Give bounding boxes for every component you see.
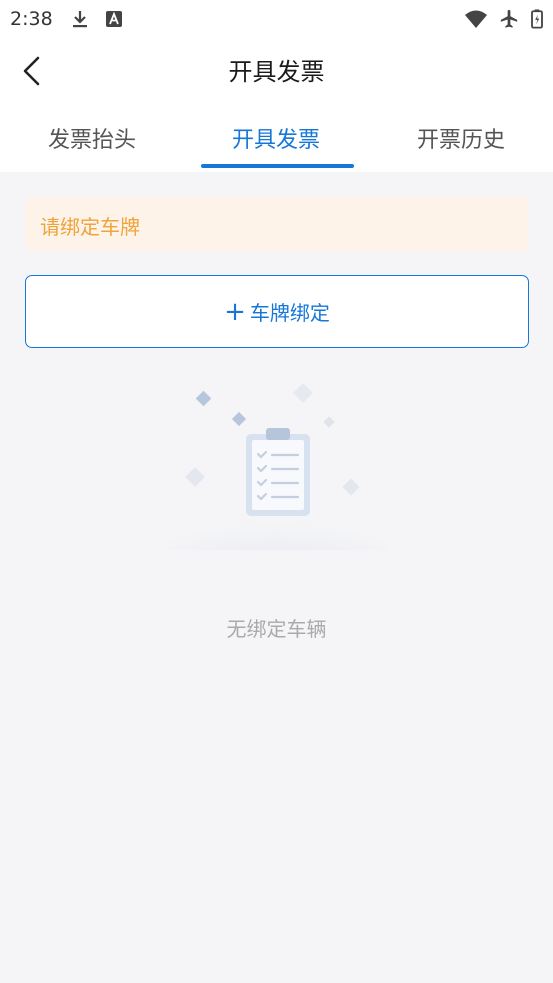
tab-invoice-history[interactable]: 开票历史 — [369, 122, 553, 154]
notice-banner: 请绑定车牌 — [25, 197, 528, 251]
status-bar: 2:38 — [0, 0, 553, 38]
plus-icon: + — [224, 296, 246, 327]
bind-plate-button[interactable]: + 车牌绑定 — [25, 275, 529, 348]
tab-invoice-header[interactable]: 发票抬头 — [0, 122, 184, 154]
notice-text: 请绑定车牌 — [40, 215, 140, 239]
app-header: 开具发票 — [0, 38, 553, 102]
wifi-icon — [465, 10, 487, 28]
tab-bar: 发票抬头 开具发票 开票历史 — [0, 102, 553, 172]
tab-active-indicator — [201, 164, 354, 168]
download-icon — [73, 11, 87, 28]
status-time: 2:38 — [10, 8, 53, 30]
airplane-icon — [500, 9, 518, 28]
tab-issue-invoice[interactable]: 开具发票 — [184, 122, 368, 154]
bind-plate-label: 车牌绑定 — [249, 301, 330, 325]
clipboard-checklist-icon — [165, 383, 389, 550]
battery-icon — [531, 9, 543, 29]
font-a-icon — [106, 11, 122, 27]
empty-state-text: 无绑定车辆 — [226, 617, 327, 641]
page-title: 开具发票 — [228, 58, 325, 86]
